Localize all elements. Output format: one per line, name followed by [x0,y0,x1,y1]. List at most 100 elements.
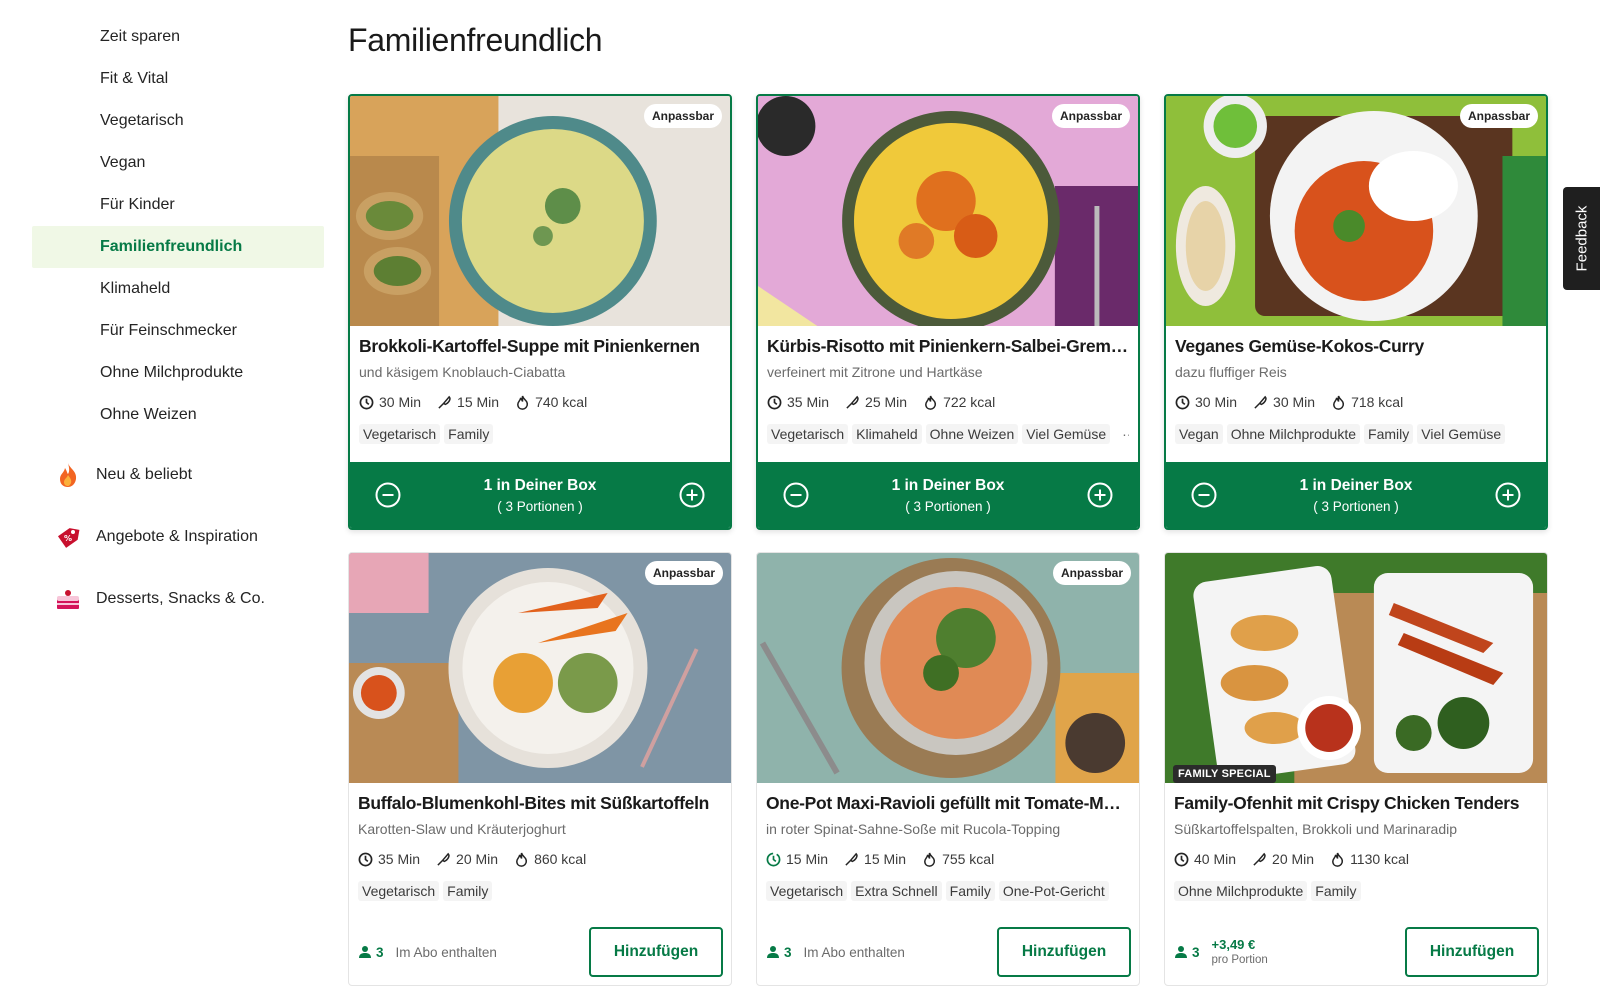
sidebar-category-label: Neu & beliebt [96,466,193,483]
recipe-tags: Vegetarisch Family [359,424,721,444]
tag: Family [945,881,995,901]
clock-icon [1174,852,1189,866]
sidebar-item-familienfreundlich[interactable]: Familienfreundlich [32,226,324,268]
add-button[interactable]: Hinzufügen [589,927,723,977]
recipe-subtitle: Karotten-Slaw und Kräuterjoghurt [358,821,566,837]
remove-portion-button[interactable] [374,481,402,509]
feedback-label: Feedback [1573,205,1590,272]
add-portion-button[interactable] [1086,481,1114,509]
sidebar-item-ohne-weizen[interactable]: Ohne Weizen [32,394,324,436]
recipe-meta: 15 Min 15 Min 755 kcal [766,851,1130,867]
recipe-meta: 35 Min 25 Min 722 kcal [767,394,1129,410]
sidebar: Zeit sparen Fit & Vital Vegetarisch Vega… [32,16,324,630]
recipe-meta: 30 Min 15 Min 740 kcal [359,394,721,410]
customizable-badge: Anpassbar [643,104,722,128]
remove-portion-button[interactable] [1190,481,1218,509]
add-portion-button[interactable] [678,481,706,509]
more-tags-button[interactable]: ··· [1122,426,1129,442]
recipe-title[interactable]: Veganes Gemüse-Kokos-Curry [1175,336,1537,357]
recipe-card[interactable]: FAMILY SPECIAL Family-Ofenhit mit Crispy… [1164,552,1548,986]
tag: Viel Gemüse [1417,424,1506,444]
recipe-title[interactable]: Buffalo-Blumenkohl-Bites mit Süßkartoffe… [358,793,722,814]
sidebar-item-vegetarisch[interactable]: Vegetarisch [32,100,324,142]
recipe-subtitle: Süßkartoffelspalten, Brokkoli und Marina… [1174,821,1458,837]
tag: Ohne Milchprodukte [1174,881,1308,901]
portions-label: ( 3 Portionen ) [905,498,991,514]
quick-clock-icon [766,852,781,866]
add-button[interactable]: Hinzufügen [1405,927,1539,977]
prep-time: 15 Min [864,851,907,867]
clock-icon [359,395,374,409]
recipe-title[interactable]: Brokkoli-Kartoffel-Suppe mit Pinienkerne… [359,336,721,357]
recipe-meta: 35 Min 20 Min 860 kcal [358,851,722,867]
card-footer: 3 +3,49 € pro Portion Hinzufügen [1174,927,1539,977]
calories: 860 kcal [534,851,587,867]
tag: Family [444,424,494,444]
sidebar-category-desserts[interactable]: Desserts, Snacks & Co. [32,568,324,630]
clock-icon [767,395,782,409]
recipe-card[interactable]: Anpassbar Veganes Gemüse-Kokos-Curry daz… [1164,94,1548,530]
prep-time: 30 Min [1273,394,1316,410]
calories-icon [1333,395,1345,410]
sidebar-category-label: Angebote & Inspiration [96,528,258,545]
total-time: 35 Min [378,851,421,867]
knife-icon [437,852,450,866]
recipe-subtitle: in roter Spinat-Sahne-Soße mit Rucola-To… [766,821,1061,837]
family-special-badge: FAMILY SPECIAL [1173,765,1276,783]
card-footer: 3 Im Abo enthalten Hinzufügen [766,927,1131,977]
remove-portion-button[interactable] [782,481,810,509]
recipe-tags: Vegetarisch Family [358,881,722,901]
sidebar-category-neu-beliebt[interactable]: Neu & beliebt [32,444,324,506]
recipe-meta: 40 Min 20 Min 1130 kcal [1174,851,1538,867]
plus-circle-icon [679,482,705,508]
sidebar-category-angebote[interactable]: % Angebote & Inspiration [32,506,324,568]
total-time: 30 Min [1195,394,1238,410]
recipe-tags: Vegetarisch Extra Schnell Family One-Pot… [766,881,1130,901]
recipe-meta: 30 Min 30 Min 718 kcal [1175,394,1537,410]
tag: Family [1364,424,1414,444]
recipe-image: Anpassbar [757,553,1139,783]
add-button[interactable]: Hinzufügen [997,927,1131,977]
total-time: 40 Min [1194,851,1237,867]
sidebar-category-label: Desserts, Snacks & Co. [96,590,265,607]
sidebar-item-klimaheld[interactable]: Klimaheld [32,268,324,310]
sidebar-item-fuer-kinder[interactable]: Für Kinder [32,184,324,226]
recipe-title[interactable]: One-Pot Maxi-Ravioli gefüllt mit Tomate-… [766,793,1130,814]
recipe-title[interactable]: Family-Ofenhit mit Crispy Chicken Tender… [1174,793,1538,814]
portion-count: 3 [376,944,384,960]
tag: Viel Gemüse [1022,424,1111,444]
total-time: 15 Min [786,851,829,867]
tag: Extra Schnell [851,881,942,901]
tag: Ohne Weizen [925,424,1019,444]
recipe-title[interactable]: Kürbis-Risotto mit Pinienkern-Salbei-Gre… [767,336,1129,357]
recipe-card[interactable]: Anpassbar Buffalo-Blumenkohl-Bites mit S… [348,552,732,986]
price-unit: pro Portion [1211,953,1268,966]
recipe-card[interactable]: Anpassbar Brokkoli-Kartoffel-Suppe mit P… [348,94,732,530]
prep-time: 25 Min [865,394,908,410]
recipe-tags: Ohne Milchprodukte Family [1174,881,1538,901]
knife-icon [1254,395,1267,409]
minus-circle-icon [783,482,809,508]
prep-time: 20 Min [456,851,499,867]
sidebar-item-feinschmecker[interactable]: Für Feinschmecker [32,310,324,352]
feedback-tab[interactable]: Feedback [1563,187,1600,290]
knife-icon [846,395,859,409]
add-portion-button[interactable] [1494,481,1522,509]
price-tag-icon: % [54,523,82,551]
card-footer: 3 Im Abo enthalten Hinzufügen [358,927,723,977]
sidebar-item-zeit-sparen[interactable]: Zeit sparen [32,16,324,58]
knife-icon [438,395,451,409]
sidebar-item-vegan[interactable]: Vegan [32,142,324,184]
tag: Vegetarisch [766,881,848,901]
calories: 1130 kcal [1350,851,1409,867]
total-time: 30 Min [379,394,422,410]
recipe-card[interactable]: Anpassbar Kürbis-Risotto mit Pinienkern-… [756,94,1140,530]
customizable-badge: Anpassbar [644,561,723,585]
sidebar-item-ohne-milchprodukte[interactable]: Ohne Milchprodukte [32,352,324,394]
knife-icon [845,852,858,866]
recipe-card[interactable]: Anpassbar One-Pot Maxi-Ravioli gefüllt m… [756,552,1140,986]
recipe-image: Anpassbar [349,553,731,783]
calories-icon [517,395,529,410]
sidebar-item-fit-vital[interactable]: Fit & Vital [32,58,324,100]
tag: Family [443,881,493,901]
